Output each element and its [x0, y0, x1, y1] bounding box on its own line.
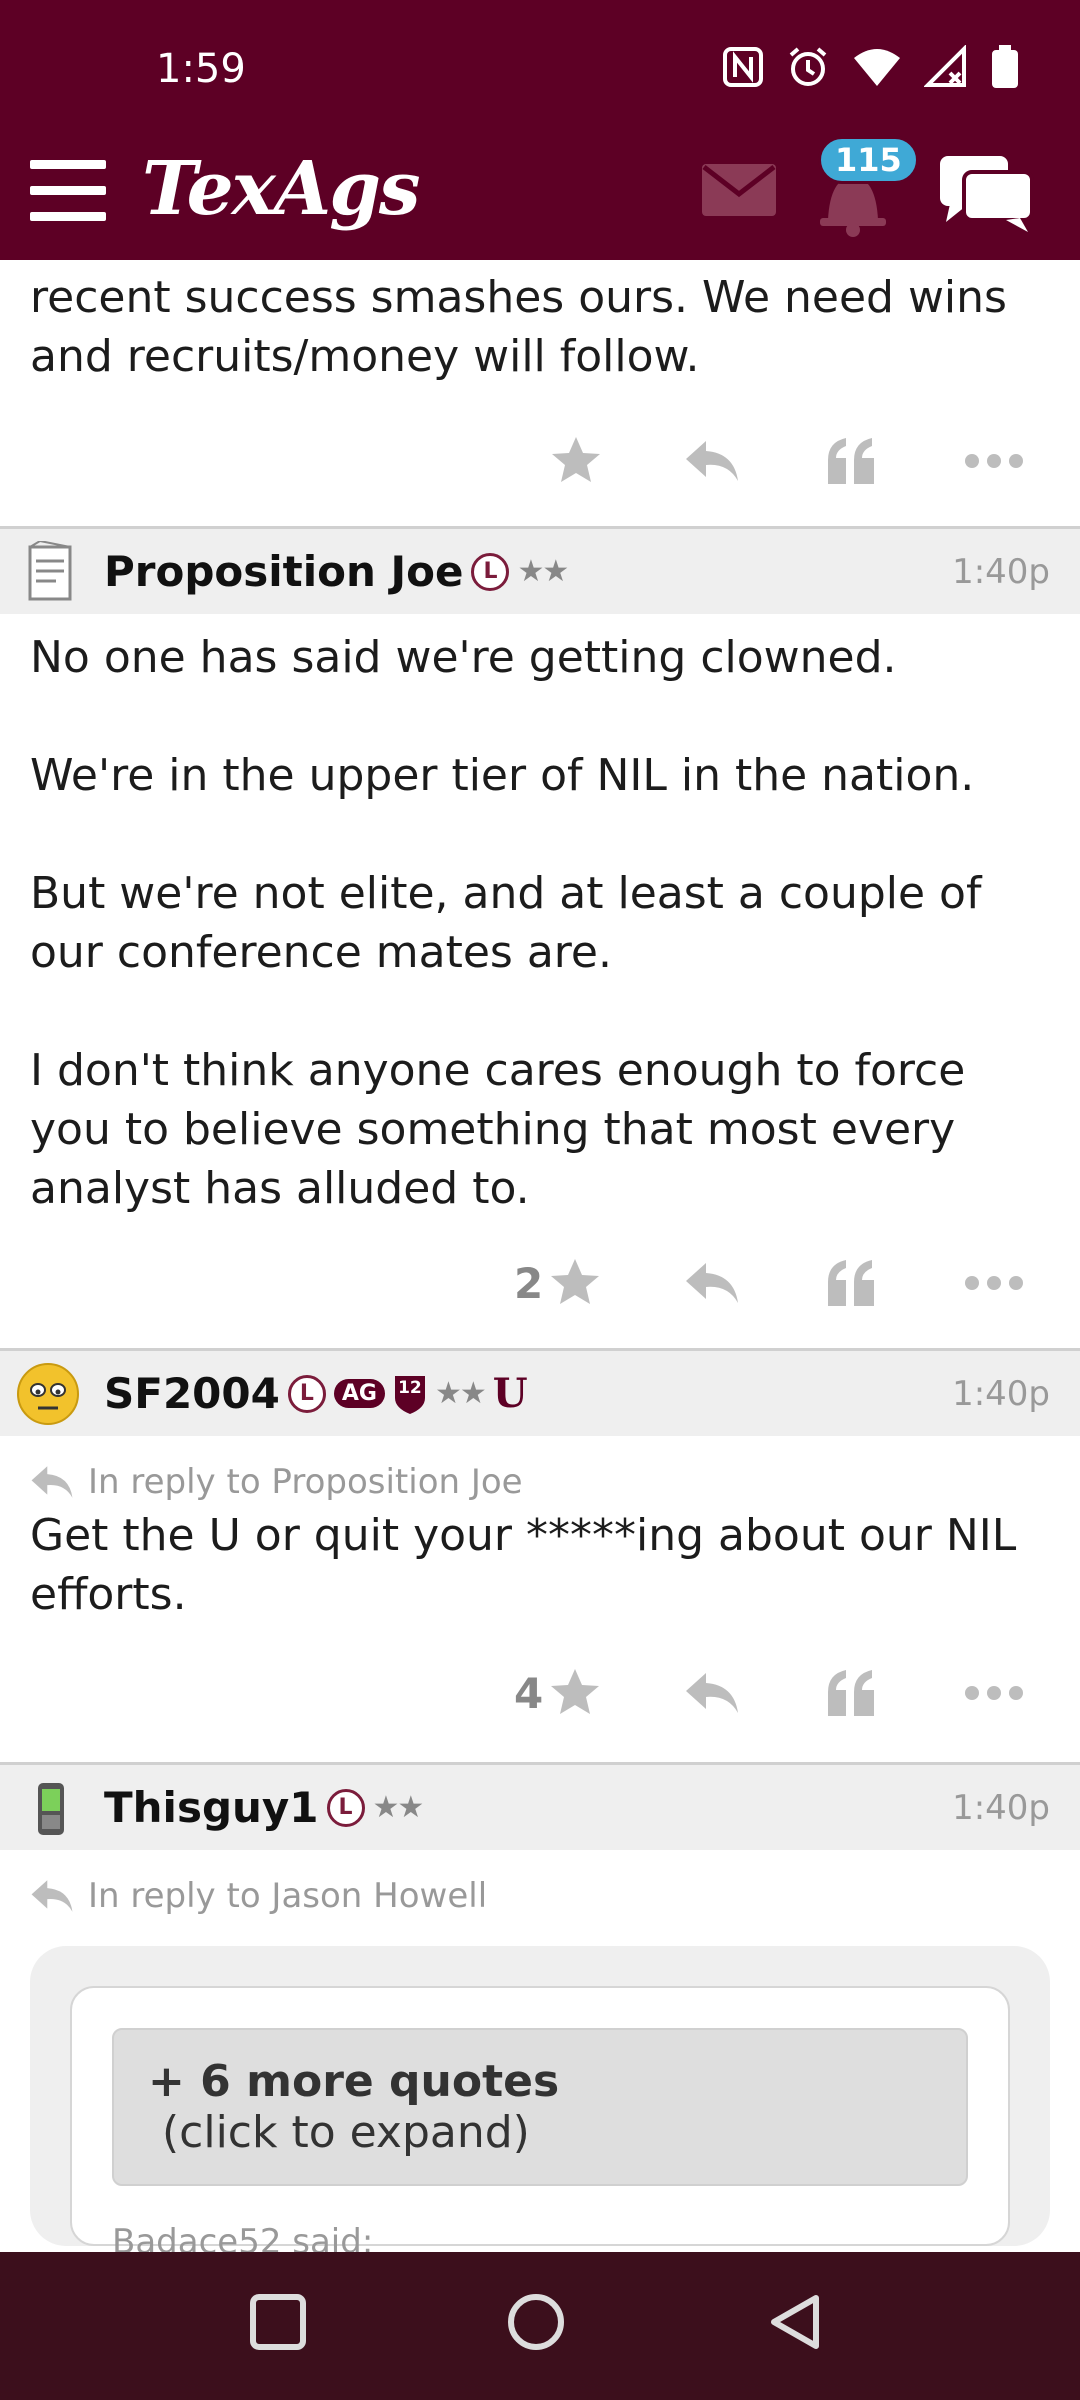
username[interactable]: SF2004 — [104, 1369, 280, 1418]
notification-badge[interactable]: 115 — [818, 136, 919, 184]
nfc-icon — [723, 47, 763, 87]
paragraph: But we're not elite, and at least a coup… — [30, 868, 982, 978]
l-badge: L — [326, 1788, 365, 1827]
post-actions — [0, 386, 1080, 526]
mail-icon[interactable] — [702, 164, 776, 216]
post-time: 1:40p — [952, 551, 1050, 592]
expand-quotes-button[interactable]: + 6 more quotes (click to expand) — [112, 2028, 968, 2186]
quote-attribution: Badace52 said: — [112, 2222, 374, 2262]
status-time: 1:59 — [156, 46, 246, 92]
expand-count: + 6 more quotes — [148, 2056, 560, 2107]
avatar[interactable] — [22, 1777, 80, 1841]
quote-icon[interactable] — [826, 426, 876, 496]
reply-to-label: In reply to Proposition Joe — [88, 1462, 523, 1502]
ag-badge: AG — [333, 1379, 385, 1408]
post-actions: 2 — [0, 1218, 1080, 1348]
paragraph: No one has said we're getting clowned. — [30, 632, 897, 683]
circle-icon[interactable] — [506, 2292, 566, 2352]
post-author[interactable]: Proposition Joe L ★★ — [104, 547, 569, 596]
post-author[interactable]: Thisguy1 L ★★ — [104, 1783, 425, 1832]
more-icon[interactable] — [964, 426, 1024, 496]
star-button[interactable]: 4 — [514, 1658, 601, 1728]
l-badge: L — [287, 1374, 326, 1413]
post-author[interactable]: SF2004 L AG 12 ★★ U — [104, 1369, 528, 1418]
post-body: No one has said we're getting clowned. W… — [0, 614, 1080, 1218]
post-header: Thisguy1 L ★★ 1:40p — [0, 1762, 1080, 1850]
quote-icon[interactable] — [826, 1248, 876, 1318]
star-icon[interactable] — [550, 426, 602, 496]
reply-icon[interactable] — [684, 1248, 740, 1318]
star-count: 2 — [514, 1258, 544, 1308]
square-icon[interactable] — [248, 2292, 308, 2352]
avatar[interactable] — [22, 541, 80, 605]
twelfth-man-label: 12 — [398, 1377, 422, 1398]
reply-icon[interactable] — [684, 1658, 740, 1728]
rating-stars: ★★ — [372, 1790, 425, 1825]
username[interactable]: Proposition Joe — [104, 547, 463, 596]
wifi-icon — [854, 49, 900, 86]
quote-icon[interactable] — [826, 1658, 876, 1728]
triangle-icon[interactable] — [766, 2292, 826, 2352]
nested-quote: + 6 more quotes (click to expand) Badace… — [70, 1986, 1010, 2262]
username[interactable]: Thisguy1 — [104, 1783, 319, 1832]
paragraph: We're in the upper tier of NIL in the na… — [30, 750, 975, 801]
post-time: 1:40p — [952, 1787, 1050, 1828]
star-button[interactable]: 2 — [514, 1248, 601, 1318]
paragraph: I don't think anyone cares enough to for… — [30, 1045, 966, 1214]
chat-icon[interactable] — [936, 150, 1036, 234]
post-header: Proposition Joe L ★★ 1:40p — [0, 526, 1080, 614]
star-count: 4 — [514, 1668, 544, 1718]
reply-icon — [31, 1466, 73, 1498]
post-actions: 4 — [0, 1624, 1080, 1762]
reply-icon — [31, 1880, 73, 1912]
post-body: recent success smashes ours. We need win… — [30, 272, 1007, 382]
texags-logo[interactable]: TexAgs — [142, 146, 421, 232]
system-nav-bar — [0, 2252, 1080, 2400]
signal-icon — [924, 45, 966, 87]
more-icon[interactable] — [964, 1658, 1024, 1728]
hamburger-icon[interactable] — [30, 160, 106, 221]
quote-block: + 6 more quotes (click to expand) Badace… — [30, 1946, 1050, 2262]
expand-hint: (click to expand) — [148, 2107, 530, 2158]
star-icon — [551, 1669, 600, 1714]
rating-stars: ★★ — [517, 554, 569, 589]
post-time: 1:40p — [952, 1373, 1050, 1414]
post-body: Get the U or quit your *****ing about ou… — [30, 1510, 1017, 1620]
reply-to-link[interactable]: In reply to Proposition Joe — [0, 1436, 1080, 1502]
avatar[interactable] — [16, 1361, 80, 1427]
battery-icon — [992, 45, 1018, 88]
status-icons — [722, 44, 1020, 90]
rating-stars: ★★ — [434, 1376, 487, 1411]
reply-icon[interactable] — [684, 426, 740, 496]
post-header: SF2004 L AG 12 ★★ U 1:40p — [0, 1348, 1080, 1436]
l-badge: L — [471, 552, 510, 591]
reply-to-link[interactable]: In reply to Jason Howell — [0, 1850, 1080, 1916]
top-bar: 1:59 TexAgs 115 — [0, 0, 1080, 260]
more-icon[interactable] — [964, 1248, 1024, 1318]
app-header: TexAgs 115 — [0, 136, 1080, 260]
star-icon — [551, 1259, 600, 1304]
thread-feed: recent success smashes ours. We need win… — [0, 260, 1080, 2262]
alarm-icon — [789, 47, 827, 86]
shield-icon: 12 — [393, 1374, 427, 1414]
reply-to-label: In reply to Jason Howell — [88, 1876, 488, 1916]
u-badge: U — [492, 1370, 528, 1417]
